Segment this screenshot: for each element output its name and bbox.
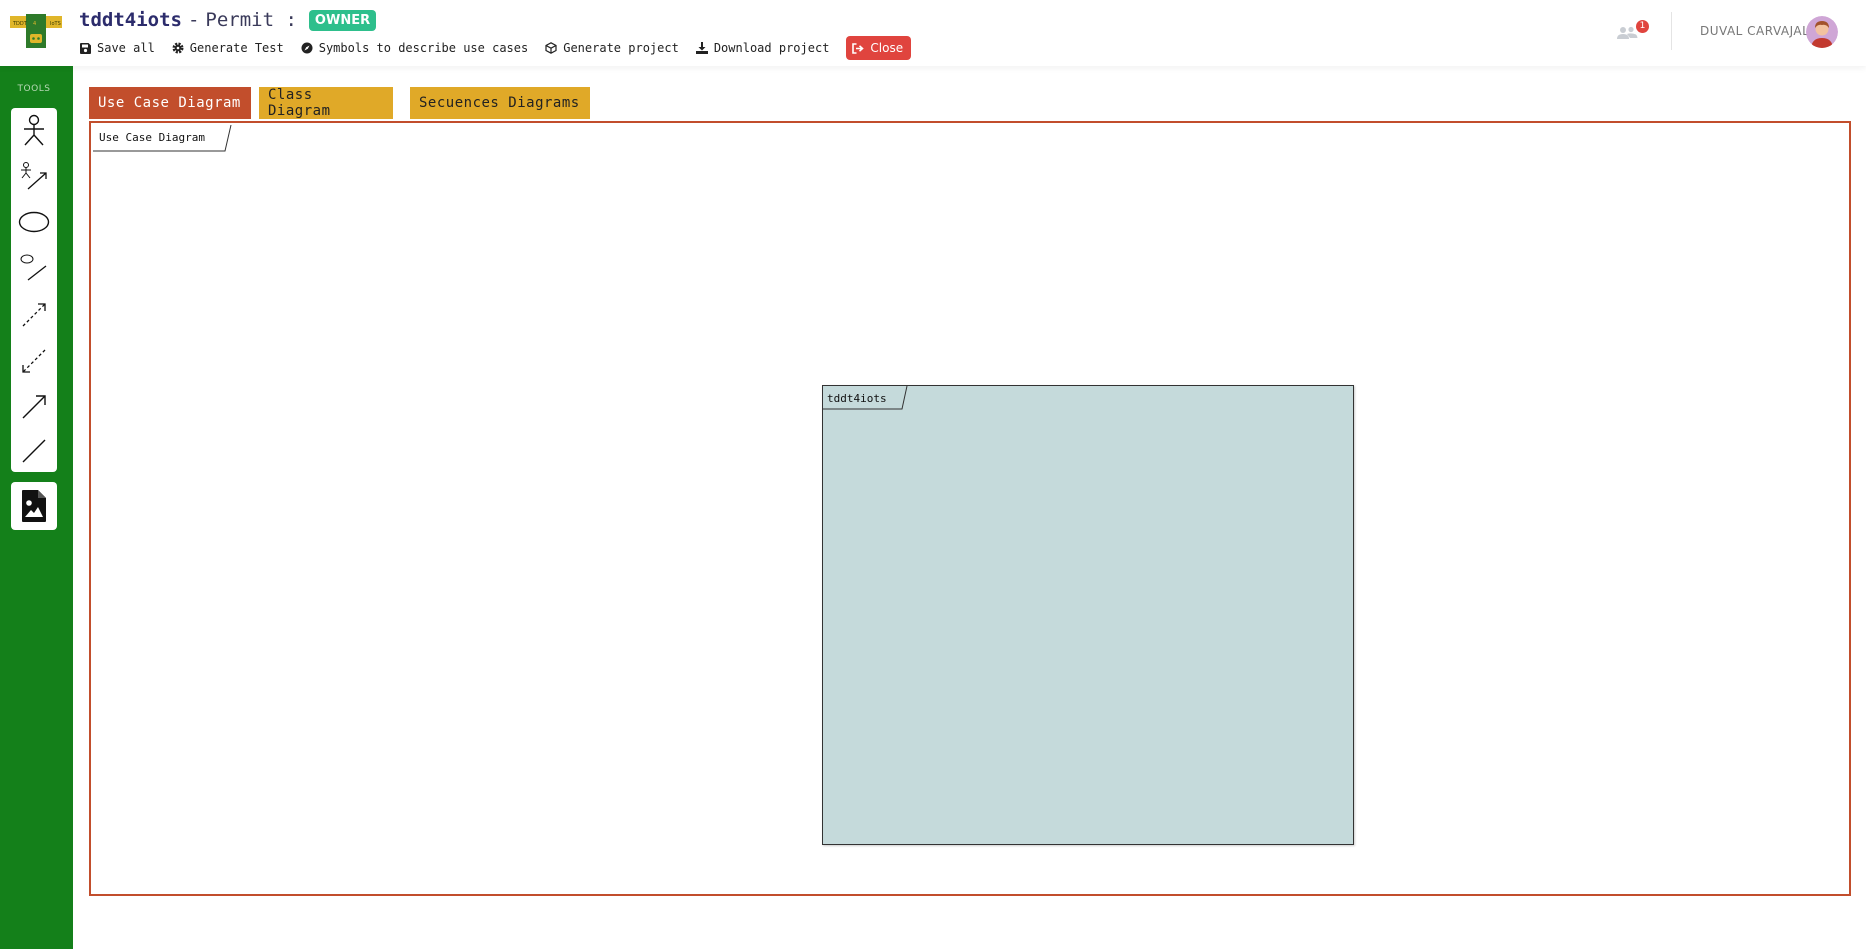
system-boundary-label: tddt4iots <box>823 386 909 410</box>
header-divider <box>1671 12 1672 50</box>
use-case-tool[interactable] <box>11 202 57 242</box>
export-image-icon <box>22 490 46 522</box>
association-tool[interactable] <box>11 430 57 470</box>
tools-sidebar: TOOLS <box>0 66 73 949</box>
generalization-tool[interactable] <box>11 386 57 426</box>
users-icon <box>1617 26 1638 39</box>
diagram-frame-label: Use Case Diagram <box>93 125 232 152</box>
extend-dashed-arrow-icon <box>22 349 46 373</box>
gear-icon <box>172 42 184 54</box>
symbols-label: Symbols to describe use cases <box>318 41 529 55</box>
actor-tool[interactable] <box>11 111 57 151</box>
tool-palette <box>11 108 57 472</box>
tddt4iots-logo-icon: TDDT IoTS 4 <box>10 14 62 48</box>
download-icon <box>695 42 708 54</box>
role-badge: OWNER <box>308 9 377 31</box>
cube-icon <box>545 42 557 54</box>
use-case-association-icon <box>20 254 47 281</box>
close-label: Close <box>870 41 904 55</box>
actor-icon <box>24 114 44 146</box>
tab-sequence-diagrams[interactable]: Secuences Diagrams <box>410 87 590 119</box>
avatar[interactable] <box>1806 16 1838 48</box>
tab-use-case-diagram[interactable]: Use Case Diagram <box>89 87 251 119</box>
generate-test-label: Generate Test <box>189 41 284 55</box>
notification-count-badge: 1 <box>1636 20 1649 33</box>
app-header: TDDT IoTS 4 tddt4iots - Permit : OWNER S… <box>0 0 1866 66</box>
generate-test-button[interactable]: Generate Test <box>172 38 284 58</box>
system-boundary[interactable]: tddt4iots <box>822 385 1354 845</box>
close-button[interactable]: Close <box>846 36 912 60</box>
download-project-button[interactable]: Download project <box>695 38 830 58</box>
diagram-frame-title: Use Case Diagram <box>99 130 205 144</box>
save-icon <box>80 42 91 54</box>
toolbar: Save all Generate Test Symbols to descri… <box>80 36 928 60</box>
symbols-button[interactable]: Symbols to describe use cases <box>301 38 529 58</box>
download-project-label: Download project <box>713 41 830 55</box>
include-tool[interactable] <box>11 294 57 334</box>
actor-association-icon <box>21 162 47 190</box>
page-title: tddt4iots - Permit : OWNER <box>79 8 377 32</box>
svg-text:IoTS: IoTS <box>50 21 61 27</box>
diagram-canvas[interactable]: Use Case Diagram tddt4iots <box>89 121 1851 896</box>
svg-text:TDDT: TDDT <box>12 21 28 27</box>
include-dashed-arrow-icon <box>22 303 46 327</box>
tools-label: TOOLS <box>17 84 51 94</box>
permit-label: Permit : <box>205 9 297 31</box>
extend-tool[interactable] <box>11 340 57 380</box>
title-separator: - <box>187 9 200 31</box>
compass-icon <box>301 42 313 54</box>
user-name[interactable]: DUVAL CARVAJAL <box>1700 24 1809 38</box>
system-boundary-title: tddt4iots <box>827 391 887 405</box>
project-name: tddt4iots <box>79 9 182 31</box>
generate-project-button[interactable]: Generate project <box>545 38 679 58</box>
save-all-button[interactable]: Save all <box>80 38 155 58</box>
sign-out-icon <box>852 42 865 54</box>
save-all-label: Save all <box>97 41 155 55</box>
svg-text:4: 4 <box>33 21 36 27</box>
generalization-arrow-icon <box>22 395 46 419</box>
tab-class-diagram[interactable]: Class Diagram <box>259 87 393 119</box>
generate-project-label: Generate project <box>563 41 679 55</box>
association-line-icon <box>22 439 46 463</box>
export-image-button[interactable] <box>11 482 57 530</box>
actor-association-tool[interactable] <box>11 156 57 196</box>
use-case-ellipse-icon <box>18 211 50 233</box>
use-case-association-tool[interactable] <box>11 248 57 288</box>
